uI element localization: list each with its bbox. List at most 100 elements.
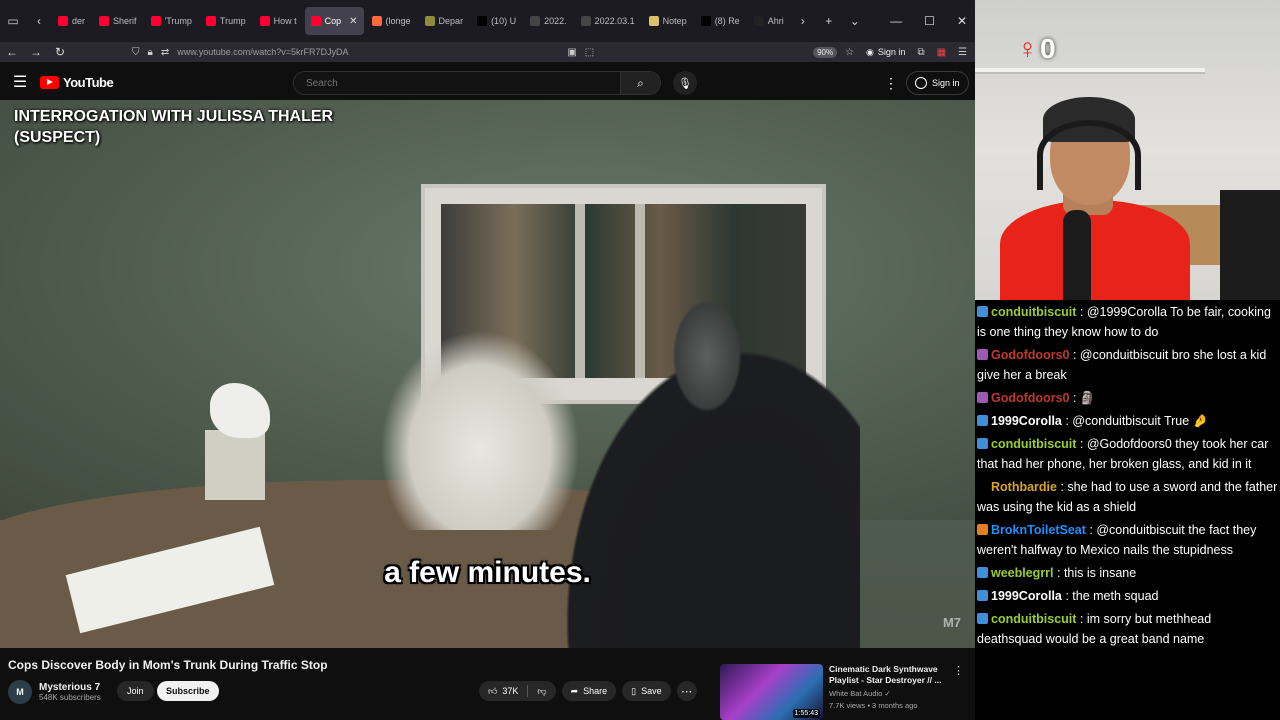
browser-tab[interactable]: Ahri: [748, 7, 790, 35]
share-button[interactable]: ➦ Share: [561, 681, 617, 701]
search-box: ⌕: [293, 71, 661, 95]
browser-tab[interactable]: (longe: [366, 7, 417, 35]
maximize-icon[interactable]: ☐: [924, 14, 935, 28]
browser-tab[interactable]: der: [52, 7, 91, 35]
url-text[interactable]: www.youtube.com/watch?v=5krFR7DJyDA: [177, 47, 348, 57]
chat-badge-icon: [977, 481, 988, 492]
subscribe-button[interactable]: Subscribe: [157, 681, 219, 701]
like-dislike-group: 👍︎ 37K 👎︎: [479, 681, 556, 701]
save-playlist-icon: ▯: [631, 685, 637, 696]
settings-kebab-icon[interactable]: ⋮: [884, 75, 898, 92]
screen: ▭ ‹ der Sherif 'Trump Trump How t Cop ✕ (longe D…: [0, 0, 1280, 720]
chat-separator: :: [1069, 391, 1080, 405]
reload-icon[interactable]: ↻: [48, 45, 72, 59]
chat-username[interactable]: weeblegrrl: [991, 566, 1054, 580]
tab-favicon-icon: [205, 16, 216, 26]
guide-menu-icon[interactable]: ☰: [0, 72, 40, 92]
browser-tab[interactable]: 'Trump: [145, 7, 198, 35]
chat-username[interactable]: Rothbardie: [991, 480, 1057, 494]
menu-icon[interactable]: ☰: [958, 47, 967, 58]
chat-username[interactable]: conduitbiscuit: [991, 612, 1076, 626]
lock-icon[interactable]: 🔒︎: [148, 47, 153, 58]
browser-tab[interactable]: (10) U: [471, 7, 522, 35]
youtube-signin-button[interactable]: Sign in: [906, 71, 969, 95]
extensions-icon[interactable]: ⧉: [917, 47, 924, 58]
account-signin-label: Sign in: [877, 47, 906, 57]
search-icon[interactable]: ⌕: [620, 72, 660, 94]
join-button[interactable]: Join: [117, 681, 154, 701]
browser-tab[interactable]: Sherif: [93, 7, 143, 35]
tab-bar: ▭ ‹ der Sherif 'Trump Trump How t Cop ✕ (longe D…: [0, 0, 975, 42]
tab-list-chevron-icon[interactable]: ⌄: [842, 8, 868, 34]
tab-label: Ahri: [767, 16, 784, 26]
browser-tab[interactable]: Trump: [200, 7, 252, 35]
tab-label: (10) U: [491, 16, 517, 26]
chat-message: BroknToiletSeat : @conduitbiscuit the fa…: [977, 520, 1278, 560]
youtube-play-icon: [40, 75, 59, 89]
recommended-thumbnail[interactable]: 1:55:43: [720, 664, 823, 720]
zoom-level[interactable]: 90%: [813, 46, 838, 58]
minimize-icon[interactable]: —: [890, 14, 902, 28]
chat-username[interactable]: Godofdoors0: [991, 391, 1069, 405]
chat-username[interactable]: 1999Corolla: [991, 589, 1062, 603]
tab-scroll-left-icon[interactable]: ‹: [26, 8, 52, 34]
tab-favicon-icon: [580, 16, 591, 26]
screenshot-icon[interactable]: ⬚: [585, 47, 594, 58]
tab-label: Cop: [324, 16, 342, 26]
tab-favicon-icon: [477, 16, 488, 26]
browser-tab[interactable]: (8) Re: [695, 7, 746, 35]
browser-window: ▭ ‹ der Sherif 'Trump Trump How t Cop ✕ (longe D…: [0, 0, 975, 720]
chat-separator: :: [1061, 589, 1073, 603]
chat-username[interactable]: Godofdoors0: [991, 348, 1069, 362]
browser-tab[interactable]: 2022.03.1: [575, 7, 641, 35]
chat-separator: :: [1076, 612, 1087, 626]
youtube-logo[interactable]: YouTube: [40, 75, 114, 90]
save-label: Save: [641, 686, 662, 696]
bookmark-star-icon[interactable]: ☆: [845, 47, 854, 58]
save-button[interactable]: ▯ Save: [622, 681, 671, 701]
tab-favicon-icon: [259, 16, 270, 26]
url-bar[interactable]: ⛉ 🔒︎ ⇄ www.youtube.com/watch?v=5krFR7DJy…: [132, 46, 854, 58]
browser-tab[interactable]: 2022.: [524, 7, 573, 35]
back-icon[interactable]: ←: [0, 45, 24, 59]
browser-tab[interactable]: How t: [254, 7, 303, 35]
close-window-icon[interactable]: ✕: [957, 14, 967, 28]
recommended-title[interactable]: Cinematic Dark Synthwave Playlist - Star…: [829, 664, 954, 686]
recommended-video[interactable]: 1:55:43 Cinematic Dark Synthwave Playlis…: [720, 664, 970, 720]
reader-icon[interactable]: ▣: [567, 47, 576, 58]
browser-tab[interactable]: Notep: [643, 7, 693, 35]
chat-username[interactable]: conduitbiscuit: [991, 305, 1076, 319]
video-watermark: M7: [942, 615, 961, 630]
channel-subscribers: 548K subscribers: [39, 693, 101, 702]
chat-badge-icon: [977, 613, 988, 624]
channel-name[interactable]: Mysterious 7: [39, 682, 101, 693]
tab-label: How t: [273, 16, 297, 26]
tab-favicon-icon: [700, 16, 711, 26]
more-actions-icon[interactable]: ⋯: [676, 681, 697, 701]
recommended-menu-icon[interactable]: ⋮: [953, 664, 964, 677]
chat-badge-icon: [977, 567, 988, 578]
video-title: Cops Discover Body in Mom's Trunk During…: [8, 658, 328, 672]
account-signin[interactable]: ◉ Sign in: [866, 47, 905, 58]
close-tab-icon[interactable]: ✕: [349, 16, 357, 27]
forward-icon[interactable]: →: [24, 45, 48, 59]
new-tab-icon[interactable]: +: [816, 8, 842, 34]
like-button[interactable]: 👍︎ 37K: [479, 681, 527, 701]
dislike-button[interactable]: 👎︎: [528, 681, 555, 701]
chat-username[interactable]: 1999Corolla: [991, 414, 1062, 428]
channel-avatar[interactable]: M: [8, 680, 32, 704]
browser-tab[interactable]: Cop ✕: [304, 7, 364, 35]
tab-overview-icon[interactable]: ▭: [0, 8, 26, 34]
video-caption: a few minutes.: [384, 556, 591, 589]
extension-badge-icon[interactable]: ▦: [937, 47, 946, 58]
video-player[interactable]: INTERROGATION WITH JULISSA THALER (SUSPE…: [0, 100, 975, 648]
chat-username[interactable]: BroknToiletSeat: [991, 523, 1086, 537]
browser-tab[interactable]: Depar: [419, 7, 470, 35]
permissions-icon[interactable]: ⇄: [161, 47, 169, 58]
tab-scroll-right-icon[interactable]: ›: [790, 8, 816, 34]
search-input[interactable]: [294, 72, 620, 94]
chat-badge-icon: [977, 524, 988, 535]
chat-username[interactable]: conduitbiscuit: [991, 437, 1076, 451]
microphone-icon[interactable]: 🎙︎: [673, 71, 697, 95]
shield-icon[interactable]: ⛉: [132, 47, 140, 58]
